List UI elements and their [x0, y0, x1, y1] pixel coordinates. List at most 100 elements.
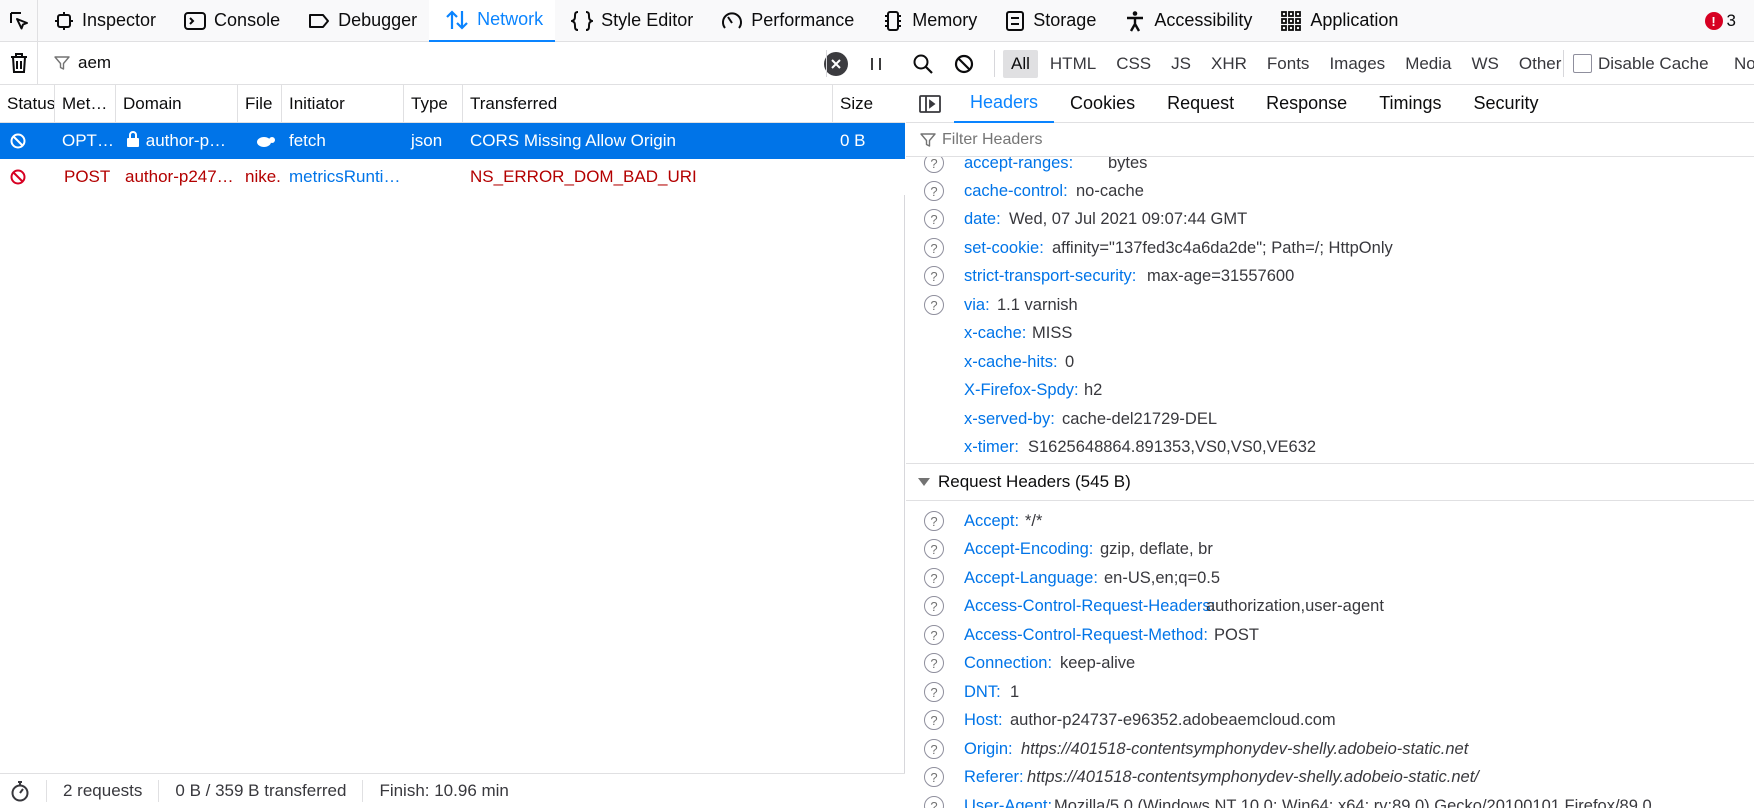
help-icon[interactable]: ? [924, 682, 944, 702]
tab-headers[interactable]: Headers [954, 85, 1055, 123]
tab-label: Style Editor [601, 10, 694, 30]
request-details-panel: Headers Cookies Request Response Timings… [906, 85, 1754, 808]
tab-timings[interactable]: Timings [1363, 85, 1457, 123]
block-icon [954, 54, 974, 73]
filter-css-button[interactable]: CSS [1108, 50, 1159, 78]
accessibility-icon [1127, 10, 1144, 32]
initiator-cell[interactable]: fetch [282, 123, 404, 159]
help-icon[interactable]: ? [924, 625, 944, 645]
tab-debugger[interactable]: Debugger [292, 0, 429, 42]
column-type[interactable]: Type [404, 85, 463, 123]
tab-application[interactable]: Application [1264, 0, 1410, 42]
help-icon[interactable]: ? [924, 266, 944, 286]
headers-filter-input[interactable] [942, 130, 1542, 149]
header-row: ? Connection keep-alive [906, 649, 1754, 677]
header-value: https://401518-contentsymphonydev-shelly… [1027, 767, 1479, 786]
header-row: x-cache MISS [906, 319, 1754, 347]
headers-filter-box [906, 123, 1754, 157]
filter-fonts-button[interactable]: Fonts [1259, 50, 1318, 78]
header-name: x-cache [964, 324, 1026, 343]
tab-network[interactable]: Network [429, 0, 556, 42]
toggle-sidebar-button[interactable] [906, 85, 954, 123]
filter-media-button[interactable]: Media [1397, 50, 1459, 78]
file-cell: nike.i [245, 167, 282, 186]
disable-cache-toggle[interactable]: Disable Cache [1573, 42, 1709, 85]
header-name: Accept-Language [964, 569, 1098, 588]
header-name: DNT [964, 683, 1001, 702]
request-blocking-button[interactable] [953, 42, 975, 85]
filter-ws-button[interactable]: WS [1464, 50, 1507, 78]
filter-js-button[interactable]: JS [1163, 50, 1199, 78]
column-initiator[interactable]: Initiator [282, 85, 404, 123]
pause-recording-button[interactable] [868, 42, 884, 85]
help-icon[interactable]: ? [924, 295, 944, 315]
header-name: Connection [964, 654, 1052, 673]
tab-accessibility[interactable]: Accessibility [1108, 0, 1264, 42]
column-transferred[interactable]: Transferred [463, 85, 833, 123]
tab-label: Application [1310, 10, 1399, 30]
help-icon[interactable]: ? [924, 653, 944, 673]
header-name: x-timer [964, 438, 1019, 457]
column-status[interactable]: Status [0, 85, 55, 123]
help-icon[interactable]: ? [924, 739, 944, 759]
clear-requests-button[interactable] [0, 41, 38, 85]
help-icon[interactable]: ? [924, 710, 944, 730]
tab-performance[interactable]: Performance [705, 0, 866, 42]
help-icon[interactable]: ? [924, 511, 944, 531]
column-method[interactable]: Met… [55, 85, 116, 123]
help-icon[interactable]: ? [924, 157, 944, 173]
filter-other-button[interactable]: Other [1511, 50, 1570, 78]
initiator-cell[interactable]: metricsRunti… [282, 159, 404, 195]
size-cell: 0 B [840, 131, 866, 150]
help-icon[interactable]: ? [924, 596, 944, 616]
help-icon[interactable]: ? [924, 796, 944, 808]
method-cell: OPT… [62, 131, 114, 150]
application-icon [1281, 10, 1302, 31]
header-name: accept-ranges [964, 157, 1073, 173]
help-icon[interactable]: ? [924, 238, 944, 258]
tab-inspector[interactable]: Inspector [38, 0, 168, 42]
tab-request[interactable]: Request [1151, 85, 1250, 123]
header-name: strict-transport-security [964, 267, 1136, 286]
headers-list[interactable]: ? accept-ranges bytes ? cache-control no-cac… [906, 157, 1754, 808]
header-row: ? Refererhttps://401518-contentsymphonyde… [906, 763, 1754, 791]
performance-analysis-button[interactable] [0, 780, 47, 802]
tab-style-editor[interactable]: Style Editor [555, 0, 705, 42]
column-file[interactable]: File [238, 85, 282, 123]
request-row[interactable]: OPT… author-p… fetch json CORS Missing A… [0, 123, 905, 159]
header-name: date [964, 210, 1001, 229]
column-domain[interactable]: Domain [116, 85, 238, 123]
request-headers-section-toggle[interactable]: Request Headers (545 B) [906, 463, 1754, 501]
error-count-button[interactable]: ! 3 [1704, 0, 1736, 42]
filter-html-button[interactable]: HTML [1042, 50, 1104, 78]
filter-all-button[interactable]: All [1003, 49, 1038, 78]
request-row[interactable]: POST author-p247… nike.i metricsRunti… N… [0, 159, 905, 195]
url-filter-input[interactable] [78, 53, 778, 73]
help-icon[interactable]: ? [924, 539, 944, 559]
element-picker-button[interactable] [0, 0, 38, 42]
error-count: 3 [1726, 11, 1736, 30]
help-icon[interactable]: ? [924, 568, 944, 588]
help-icon[interactable]: ? [924, 181, 944, 201]
element-picker-icon [9, 11, 28, 29]
search-button[interactable] [912, 42, 934, 85]
header-row: ? DNT 1 [906, 678, 1754, 706]
tab-response[interactable]: Response [1250, 85, 1363, 123]
column-size[interactable]: Size [833, 85, 905, 123]
throttling-select[interactable]: No [1734, 42, 1754, 85]
header-value: keep-alive [1060, 653, 1136, 672]
clear-filter-button[interactable] [824, 51, 848, 76]
help-icon[interactable]: ? [924, 209, 944, 229]
help-icon[interactable]: ? [924, 767, 944, 787]
header-value: no-cache [1076, 181, 1144, 200]
tab-cookies[interactable]: Cookies [1054, 85, 1151, 123]
filter-images-button[interactable]: Images [1321, 50, 1393, 78]
tab-security[interactable]: Security [1458, 85, 1555, 123]
tab-storage[interactable]: Storage [989, 0, 1108, 42]
filter-xhr-button[interactable]: XHR [1203, 50, 1255, 78]
tab-label: Console [214, 10, 281, 30]
tab-memory[interactable]: Memory [866, 0, 989, 42]
disable-cache-checkbox[interactable] [1573, 54, 1592, 73]
tab-console[interactable]: Console [168, 0, 292, 42]
header-value: S1625648864.891353,VS0,VS0,VE632 [1028, 437, 1317, 456]
